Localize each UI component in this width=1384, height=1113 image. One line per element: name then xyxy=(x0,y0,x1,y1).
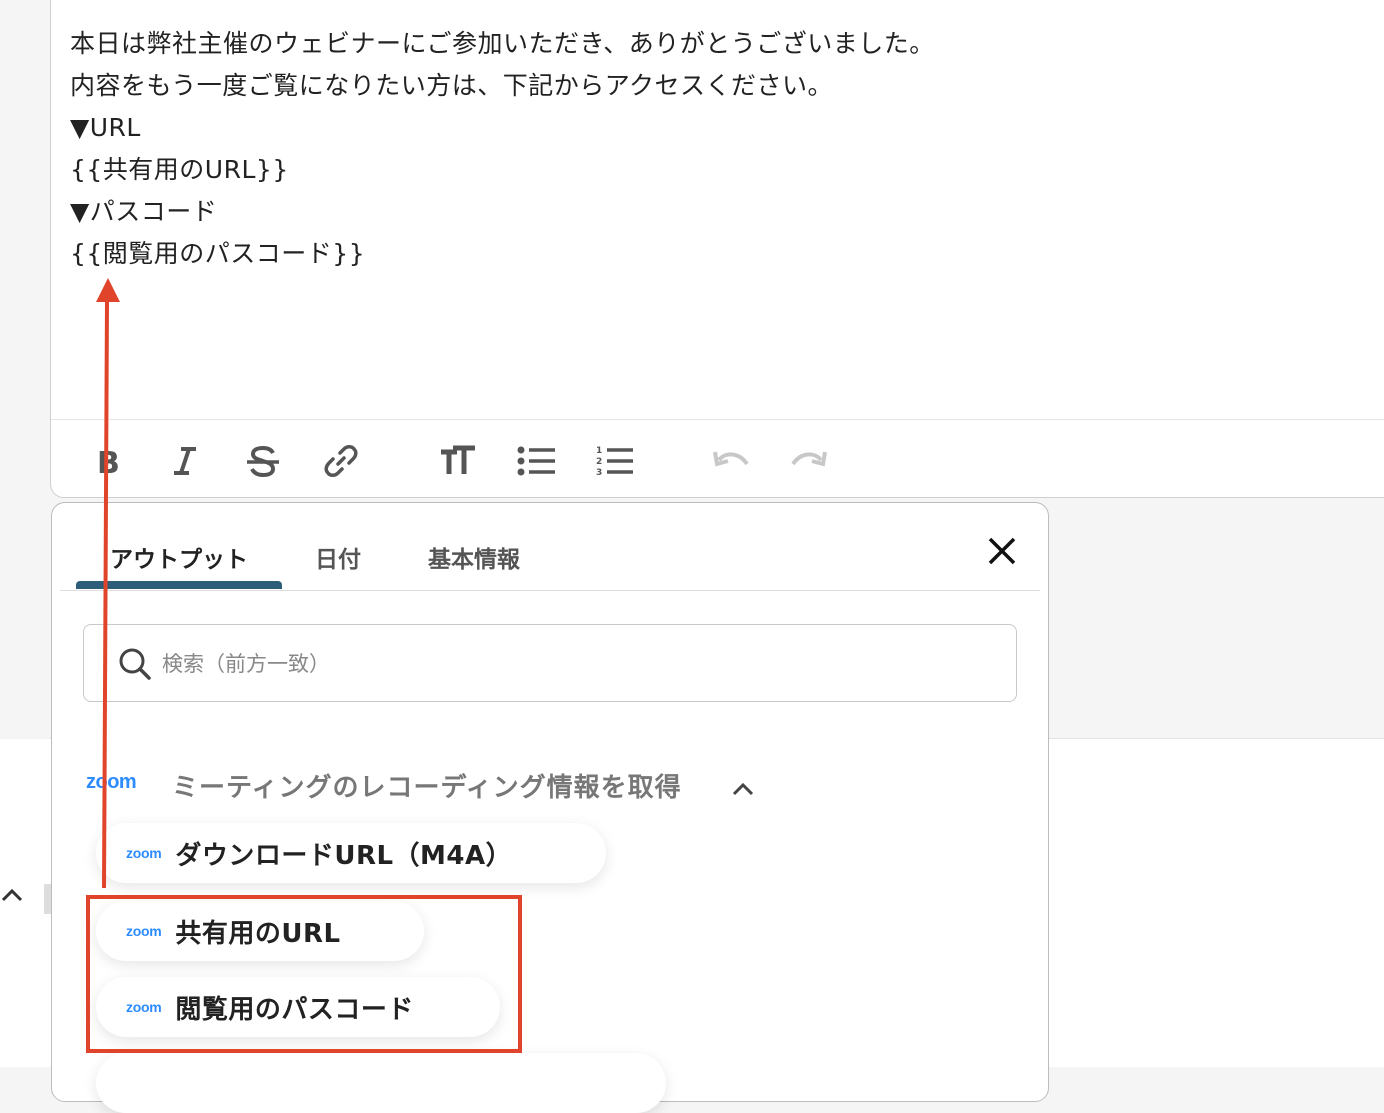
chevron-up-icon[interactable] xyxy=(728,775,758,805)
format-toolbar: B 123 xyxy=(89,439,849,483)
numbered-list-icon[interactable]: 123 xyxy=(595,439,635,483)
svg-text:2: 2 xyxy=(596,457,602,467)
svg-text:B: B xyxy=(97,446,120,478)
zoom-logo: zoom xyxy=(126,845,162,861)
search-icon xyxy=(118,647,152,681)
list-item-download-url[interactable]: zoom ダウンロードURL（M4A） xyxy=(96,823,606,883)
editor-line: 本日は弊社主催のウェビナーにご参加いただき、ありがとうございました。 xyxy=(70,29,935,58)
tab-basic-info[interactable]: 基本情報 xyxy=(414,523,534,591)
section-header[interactable]: zoom ミーティングのレコーディング情報を取得 xyxy=(86,765,786,811)
annotation-highlight-box xyxy=(86,895,522,1053)
search-input[interactable] xyxy=(160,639,984,689)
redo-icon[interactable] xyxy=(789,439,829,483)
strikethrough-icon[interactable] xyxy=(243,439,283,483)
undo-icon[interactable] xyxy=(711,439,751,483)
zoom-logo: zoom xyxy=(86,771,137,793)
editor-line: 内容をもう一度ご覧になりたい方は、下記からアクセスください。 xyxy=(70,71,834,100)
svg-text:1: 1 xyxy=(596,446,602,456)
editor-content[interactable]: 本日は弊社主催のウェビナーにご参加いただき、ありがとうございました。 内容をもう… xyxy=(70,23,1270,275)
editor-line: ▼URL xyxy=(70,113,141,142)
collapse-caret-icon[interactable] xyxy=(0,880,24,910)
text-size-icon[interactable] xyxy=(437,439,477,483)
editor-line: {{共有用のURL}} xyxy=(70,155,289,184)
tabs-divider xyxy=(60,590,1040,591)
list-item-partial[interactable] xyxy=(96,1053,666,1113)
editor-line: ▼パスコード xyxy=(70,197,218,226)
close-icon[interactable] xyxy=(982,531,1022,571)
bullet-list-icon[interactable] xyxy=(517,439,557,483)
bold-icon[interactable]: B xyxy=(89,439,129,483)
search-field[interactable] xyxy=(83,624,1017,702)
message-editor[interactable]: 本日は弊社主催のウェビナーにご参加いただき、ありがとうございました。 内容をもう… xyxy=(50,0,1384,498)
tab-date[interactable]: 日付 xyxy=(302,523,374,591)
list-item-label: ダウンロードURL（M4A） xyxy=(175,840,513,871)
link-icon[interactable] xyxy=(321,439,361,483)
italic-icon[interactable] xyxy=(165,439,205,483)
svg-text:3: 3 xyxy=(596,468,602,478)
editor-line: {{閲覧用のパスコード}} xyxy=(70,239,366,268)
section-title: ミーティングのレコーディング情報を取得 xyxy=(172,773,682,803)
toolbar-divider xyxy=(51,419,1384,420)
active-tab-indicator xyxy=(76,581,282,589)
